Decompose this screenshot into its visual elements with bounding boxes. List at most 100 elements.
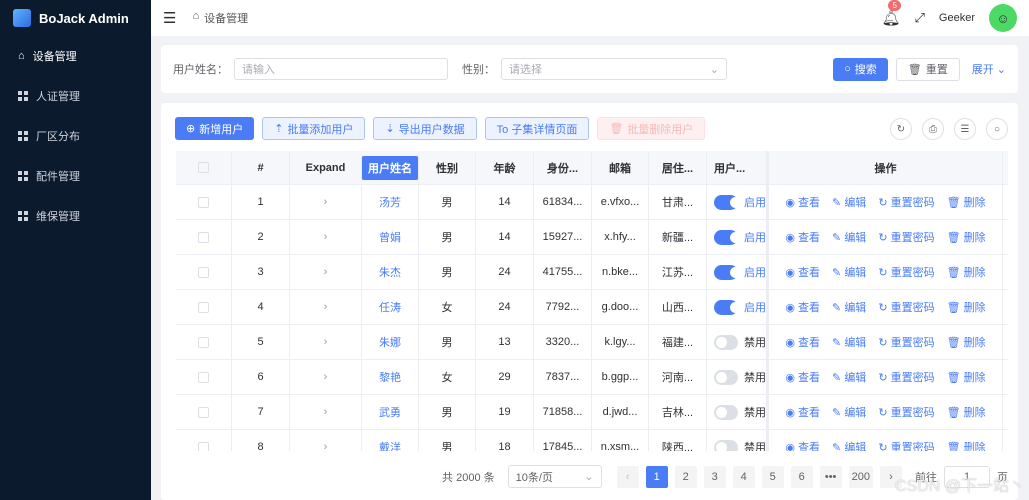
action-edit-button[interactable]: ✎ 编辑 — [832, 439, 866, 451]
action-delete-button[interactable]: 🗑︎ 删除 — [947, 194, 986, 210]
menu-toggle-icon[interactable]: ☰ — [163, 9, 176, 27]
user-name[interactable]: 戴洋 — [362, 430, 419, 451]
action-edit-button[interactable]: ✎ 编辑 — [832, 334, 866, 350]
avatar[interactable]: ☺ — [989, 4, 1017, 32]
expand-chevron-icon[interactable]: › — [290, 290, 362, 324]
to-detail-button[interactable]: To 子集详情页面 — [484, 117, 590, 140]
status-toggle[interactable] — [714, 299, 741, 315]
expand-button[interactable]: 展开 ⌄ — [972, 61, 1006, 77]
search-button[interactable]: ○ 搜索 — [833, 57, 888, 81]
row-checkbox[interactable] — [198, 266, 209, 278]
col-name[interactable]: 用户姓名 — [362, 155, 418, 180]
row-checkbox[interactable] — [198, 301, 209, 313]
action-reset-password-button[interactable]: ↻ 重置密码 — [878, 194, 934, 210]
column-settings-icon[interactable]: ☰ — [954, 118, 976, 140]
gender-select[interactable]: 请选择 ⌄ — [501, 58, 727, 80]
action-view-button[interactable]: ◉ 查看 — [785, 369, 820, 385]
select-all-checkbox[interactable] — [198, 162, 209, 173]
status-toggle[interactable] — [714, 369, 738, 385]
action-delete-button[interactable]: 🗑︎ 删除 — [947, 229, 986, 245]
expand-chevron-icon[interactable]: › — [290, 360, 362, 394]
batch-delete-button[interactable]: 🗑︎ 批量删除用户 — [597, 117, 706, 140]
page-button[interactable]: 5 — [761, 465, 784, 488]
row-checkbox[interactable] — [198, 406, 209, 418]
user-name[interactable]: 朱杰 — [362, 255, 419, 289]
action-view-button[interactable]: ◉ 查看 — [785, 194, 820, 210]
page-button[interactable]: 6 — [790, 465, 813, 488]
user-name[interactable]: 黎艳 — [362, 360, 419, 394]
expand-chevron-icon[interactable]: › — [290, 220, 362, 254]
action-reset-password-button[interactable]: ↻ 重置密码 — [878, 334, 934, 350]
action-delete-button[interactable]: 🗑︎ 删除 — [947, 264, 986, 280]
action-view-button[interactable]: ◉ 查看 — [785, 229, 820, 245]
page-button[interactable]: 2 — [674, 465, 697, 488]
add-user-button[interactable]: ⊕ 新增用户 — [175, 117, 255, 140]
batch-add-button[interactable]: ⇡ 批量添加用户 — [262, 117, 366, 140]
page-size-select[interactable]: 10条/页 ⌄ — [507, 465, 602, 488]
name-input[interactable]: 请输入 — [234, 58, 448, 80]
expand-chevron-icon[interactable]: › — [290, 430, 362, 451]
row-checkbox[interactable] — [198, 371, 209, 383]
sidebar-item-id[interactable]: 人证管理 — [0, 76, 151, 116]
search-icon[interactable]: ○ — [986, 118, 1008, 140]
sidebar-item-maintenance[interactable]: 维保管理 — [0, 196, 151, 236]
action-reset-password-button[interactable]: ↻ 重置密码 — [878, 404, 934, 420]
action-view-button[interactable]: ◉ 查看 — [785, 404, 820, 420]
action-delete-button[interactable]: 🗑︎ 删除 — [947, 404, 986, 420]
row-checkbox[interactable] — [198, 441, 209, 451]
row-checkbox[interactable] — [198, 336, 209, 348]
expand-chevron-icon[interactable]: › — [290, 325, 362, 359]
action-view-button[interactable]: ◉ 查看 — [785, 439, 820, 451]
action-view-button[interactable]: ◉ 查看 — [785, 264, 820, 280]
user-name[interactable]: 武勇 — [362, 395, 419, 429]
action-view-button[interactable]: ◉ 查看 — [785, 334, 820, 350]
fullscreen-icon[interactable]: ⤢ — [915, 10, 925, 26]
status-toggle[interactable] — [714, 264, 741, 280]
action-reset-password-button[interactable]: ↻ 重置密码 — [878, 229, 934, 245]
page-button[interactable]: 1 — [645, 465, 668, 488]
sidebar-item-parts[interactable]: 配件管理 — [0, 156, 151, 196]
action-edit-button[interactable]: ✎ 编辑 — [832, 264, 866, 280]
action-reset-password-button[interactable]: ↻ 重置密码 — [878, 299, 934, 315]
action-delete-button[interactable]: 🗑︎ 删除 — [947, 334, 986, 350]
page-button[interactable]: 200 — [848, 465, 873, 488]
breadcrumb-item[interactable]: 设备管理 — [204, 10, 248, 26]
page-button[interactable]: 3 — [703, 465, 726, 488]
action-view-button[interactable]: ◉ 查看 — [785, 299, 820, 315]
action-edit-button[interactable]: ✎ 编辑 — [832, 404, 866, 420]
row-checkbox[interactable] — [198, 196, 209, 208]
expand-chevron-icon[interactable]: › — [290, 185, 362, 219]
status-toggle[interactable] — [714, 404, 738, 420]
user-name[interactable]: 朱娜 — [362, 325, 419, 359]
status-toggle[interactable] — [714, 194, 741, 210]
refresh-icon[interactable]: ↻ — [890, 118, 912, 140]
prev-page-button[interactable]: ‹ — [616, 465, 639, 488]
action-reset-password-button[interactable]: ↻ 重置密码 — [878, 264, 934, 280]
export-button[interactable]: ⇣ 导出用户数据 — [373, 117, 477, 140]
status-toggle[interactable] — [714, 439, 738, 451]
expand-chevron-icon[interactable]: › — [290, 395, 362, 429]
user-name[interactable]: 汤芳 — [362, 185, 419, 219]
action-reset-password-button[interactable]: ↻ 重置密码 — [878, 369, 934, 385]
sidebar-item-factory[interactable]: 厂区分布 — [0, 116, 151, 156]
user-name[interactable]: 任涛 — [362, 290, 419, 324]
bell-icon[interactable]: 🔔︎ 5 — [881, 0, 901, 27]
print-icon[interactable]: ⎙ — [922, 118, 944, 140]
action-delete-button[interactable]: 🗑︎ 删除 — [947, 439, 986, 451]
action-edit-button[interactable]: ✎ 编辑 — [832, 299, 866, 315]
page-button[interactable]: ••• — [819, 465, 842, 488]
status-toggle[interactable] — [714, 229, 741, 245]
username[interactable]: Geeker — [939, 12, 975, 24]
user-name[interactable]: 曾娟 — [362, 220, 419, 254]
action-delete-button[interactable]: 🗑︎ 删除 — [947, 369, 986, 385]
reset-button[interactable]: 🗑︎ 重置 — [895, 57, 960, 81]
action-edit-button[interactable]: ✎ 编辑 — [832, 194, 866, 210]
sidebar-item-device[interactable]: ⌂ 设备管理 — [0, 36, 151, 76]
expand-chevron-icon[interactable]: › — [290, 255, 362, 289]
action-edit-button[interactable]: ✎ 编辑 — [832, 369, 866, 385]
status-toggle[interactable] — [714, 334, 738, 350]
page-button[interactable]: 4 — [732, 465, 755, 488]
action-delete-button[interactable]: 🗑︎ 删除 — [947, 299, 986, 315]
action-edit-button[interactable]: ✎ 编辑 — [832, 229, 866, 245]
action-reset-password-button[interactable]: ↻ 重置密码 — [878, 439, 934, 451]
